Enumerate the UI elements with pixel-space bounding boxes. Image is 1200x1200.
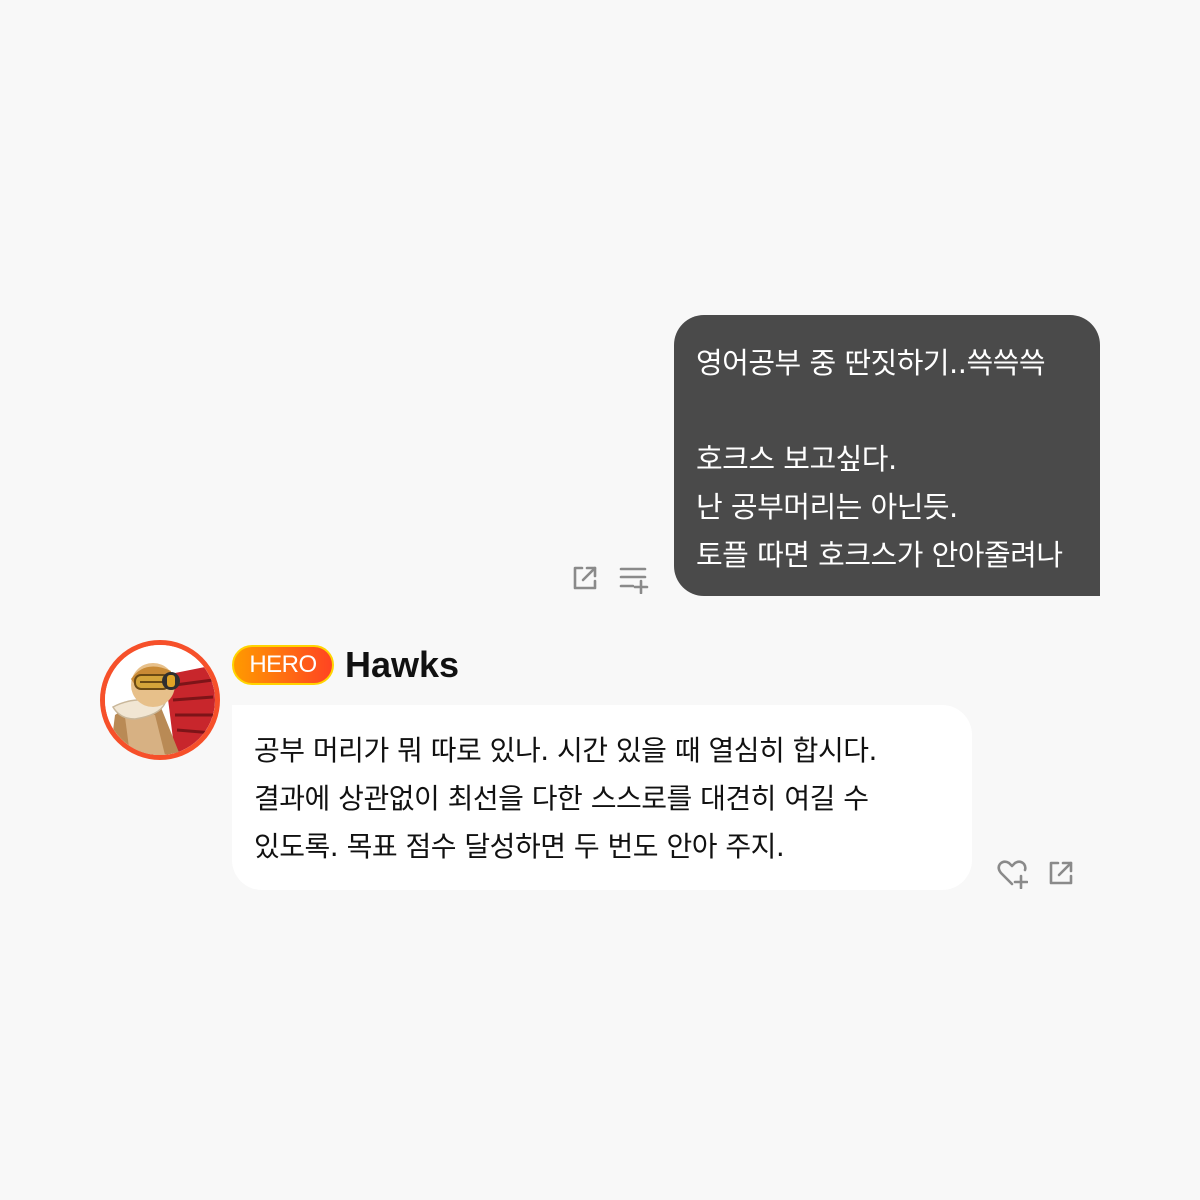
sender-name[interactable]: Hawks: [345, 642, 459, 688]
add-to-list-icon[interactable]: [615, 560, 651, 596]
message-line: [696, 387, 1082, 435]
message-line: 공부 머리가 뭐 따로 있나. 시간 있을 때 열심히 합시다.: [254, 734, 877, 767]
hawks-avatar-icon: [105, 645, 215, 755]
message-line: 결과에 상관없이 최선을 다한 스스로를 대견히 여길 수: [254, 782, 869, 815]
message-line: 난 공부머리는 아닌듯.: [696, 490, 958, 524]
share-icon[interactable]: [1043, 855, 1079, 891]
message-line: 토플 따면 호크스가 안아줄려나: [696, 538, 1063, 572]
hero-badge: HERO: [232, 645, 334, 685]
incoming-message-bubble[interactable]: 공부 머리가 뭐 따로 있나. 시간 있을 때 열심히 합시다. 결과에 상관없…: [232, 705, 972, 890]
message-line: 호크스 보고싶다.: [696, 442, 897, 476]
share-icon[interactable]: [567, 560, 603, 596]
message-line: 있도록. 목표 점수 달성하면 두 번도 안아 주지.: [254, 830, 785, 863]
heart-plus-icon[interactable]: [994, 855, 1030, 891]
chat-view: 영어공부 중 딴짓하기..쓱쓱쓱 호크스 보고싶다. 난 공부머리는 아닌듯. …: [0, 0, 1200, 1200]
avatar[interactable]: [100, 640, 220, 760]
message-line: 영어공부 중 딴짓하기..쓱쓱쓱: [696, 346, 1046, 380]
outgoing-message-bubble[interactable]: 영어공부 중 딴짓하기..쓱쓱쓱 호크스 보고싶다. 난 공부머리는 아닌듯. …: [674, 315, 1100, 596]
